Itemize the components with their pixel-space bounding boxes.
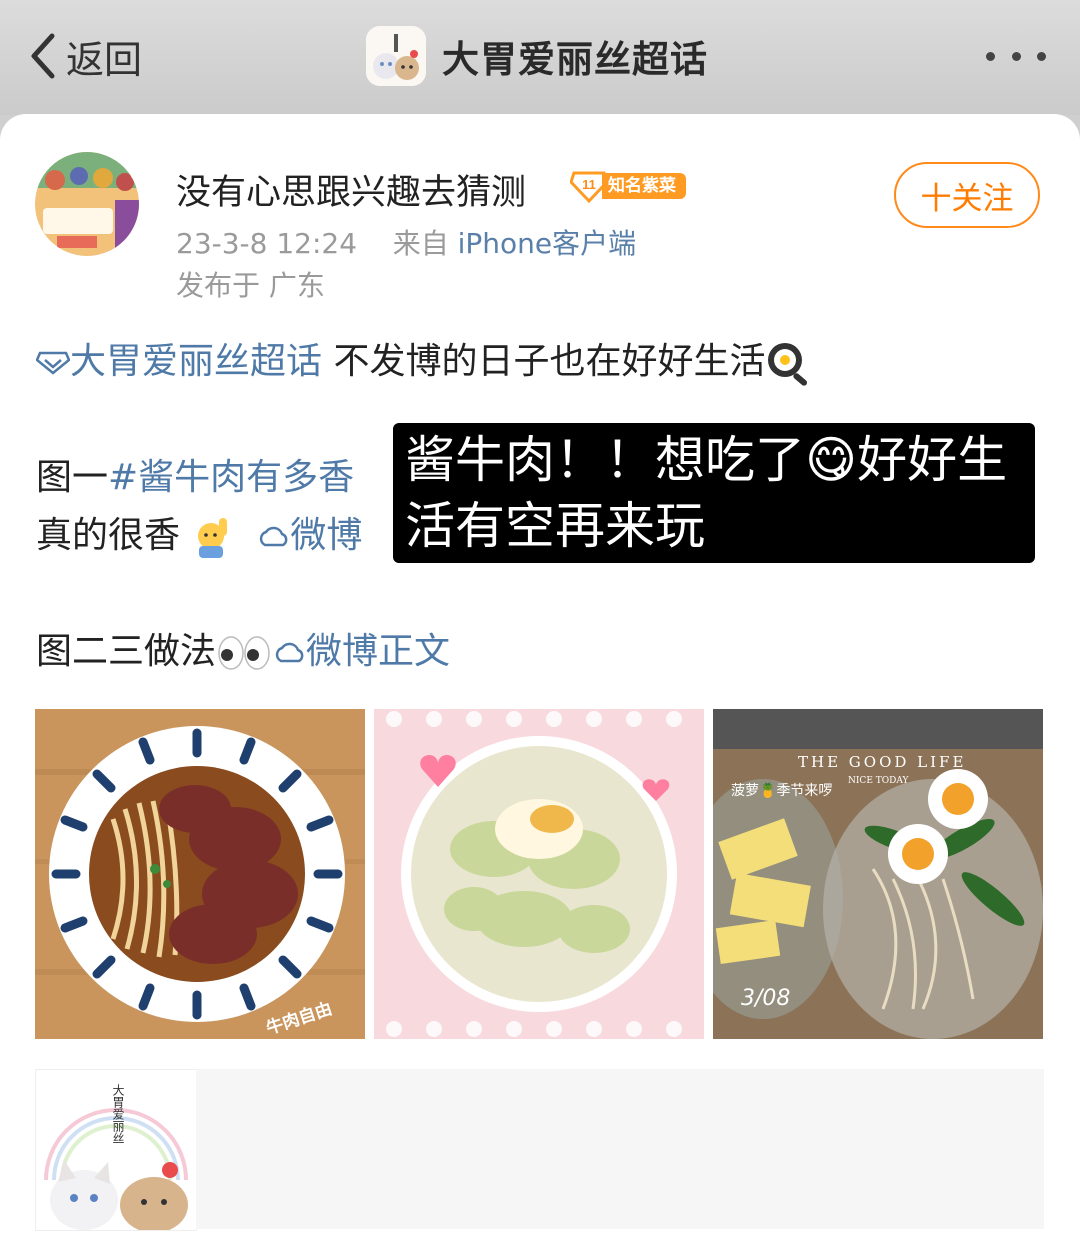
photo-fried-cabbage[interactable]: [374, 709, 704, 1039]
hashtag-link[interactable]: #酱牛肉有多香: [108, 457, 354, 498]
chevron-left-icon: [31, 33, 55, 79]
photo-label: 菠萝🍍季节来啰: [731, 782, 832, 799]
from-label: 来自: [392, 227, 449, 260]
post-card: 没有心思跟兴趣去猜测 11 知名紫菜 23-3-8 12:24 来自 iPhon…: [0, 114, 1080, 1254]
username[interactable]: 没有心思跟兴趣去猜测: [176, 164, 526, 215]
photo-subtitle: NICE TODAY: [848, 776, 909, 786]
dot-icon: [986, 51, 995, 61]
level-number: 11: [582, 177, 596, 192]
photo-title: THE GOOD LIFE: [798, 753, 966, 771]
photo-supertopic-logo[interactable]: 大胃爱丽丝: [35, 1069, 197, 1231]
eyes-emoji-icon: [218, 636, 270, 670]
more-options-button[interactable]: [986, 40, 1046, 72]
content-text-4: 图二三做法: [36, 631, 217, 672]
post-source[interactable]: iPhone客户端: [458, 227, 637, 260]
content-line-1: 大胃爱丽丝超话 不发博的日子也在好好生活: [36, 332, 813, 386]
post-date: 23-3-8 12:24: [176, 227, 358, 260]
caption-overlay: 酱牛肉！！想吃了😋好好生活有空再来玩: [393, 423, 1035, 563]
page-title: 大胃爱丽丝超话: [442, 38, 708, 81]
link-cloud-icon: [275, 642, 304, 663]
content-line-2: 图一#酱牛肉有多香: [36, 448, 354, 500]
photo-beef-noodles[interactable]: 牛肉自由: [35, 709, 365, 1039]
content-line-4: 图二三做法 微博正文: [36, 622, 450, 674]
back-button[interactable]: 返回: [28, 30, 142, 82]
weibo-link[interactable]: 微博: [290, 515, 362, 556]
post-location: 发布于 广东: [176, 269, 325, 302]
frying-pan-icon: [768, 343, 808, 386]
back-label: 返回: [66, 37, 143, 82]
supertopic-diamond-icon: [36, 351, 70, 375]
content-text-2: 图一: [36, 457, 109, 498]
logo-text: 大胃爱丽丝: [111, 1084, 125, 1144]
content-text-3: 真的很香: [36, 515, 181, 556]
content-line-3: 真的很香 微博: [36, 506, 362, 558]
supertopic-avatar: [366, 26, 426, 86]
link-cloud-icon: [260, 526, 288, 547]
user-avatar[interactable]: [35, 152, 139, 256]
raising-hand-emoji-icon: [198, 518, 228, 558]
photo-pineapple-salad[interactable]: THE GOOD LIFE NICE TODAY 菠萝🍍季节来啰 3/08: [713, 709, 1043, 1039]
user-level-badge: 11 知名紫菜: [570, 169, 686, 203]
follow-button[interactable]: 十关注: [894, 162, 1040, 228]
top-nav-bar: 返回 大胃爱丽丝超话: [0, 0, 1080, 115]
photo-date: 3/08: [741, 986, 790, 1011]
photo-placeholder-area: [196, 1069, 1044, 1229]
weibo-article-link[interactable]: 微博正文: [306, 631, 450, 672]
content-text-1: 不发博的日子也在好好生活: [333, 341, 766, 382]
dot-icon: [1037, 51, 1046, 61]
badge-label: 知名紫菜: [602, 173, 686, 199]
supertopic-header[interactable]: 大胃爱丽丝超话: [366, 26, 708, 86]
supertopic-link[interactable]: 大胃爱丽丝超话: [70, 341, 322, 382]
post-meta: 23-3-8 12:24 来自 iPhone客户端: [176, 222, 636, 262]
dot-icon: [1011, 51, 1021, 61]
